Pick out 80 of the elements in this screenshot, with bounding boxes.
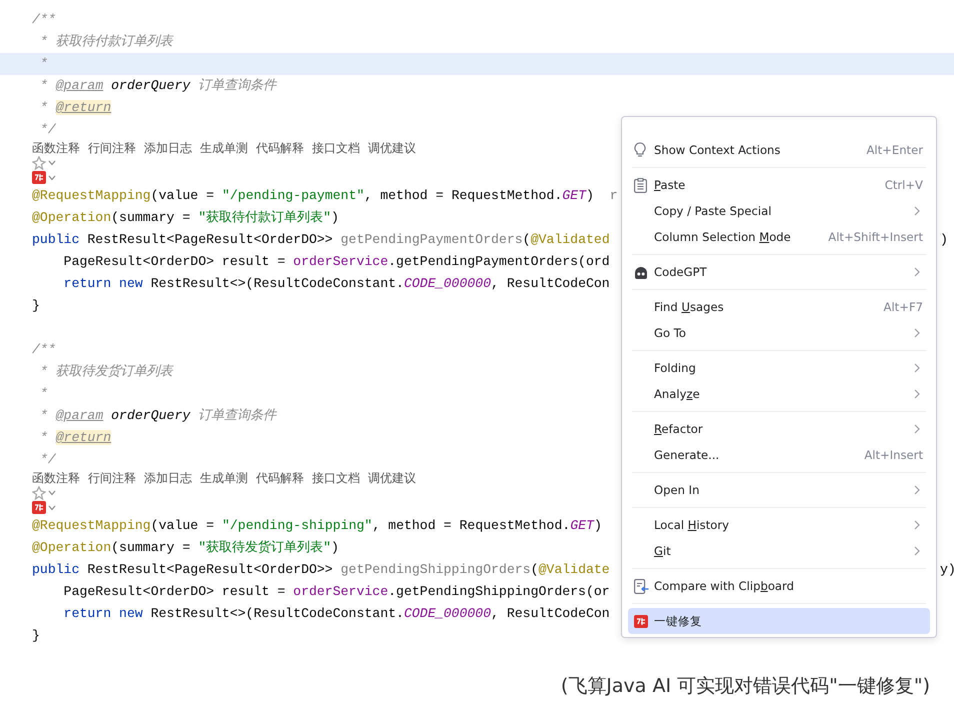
code-action-link[interactable]: 行间注释: [88, 141, 136, 155]
menu-item[interactable]: Open In: [628, 477, 930, 503]
code-line: }: [32, 628, 40, 643]
chevron-right-icon: [914, 546, 920, 556]
chevron-right-icon: [914, 206, 920, 216]
chevron-down-icon[interactable]: [48, 504, 56, 510]
code-action-link[interactable]: 函数注释: [32, 471, 80, 485]
menu-item[interactable]: Git: [628, 538, 930, 564]
code-comment-line: * 获取待付款订单列表: [38, 34, 173, 49]
lightbulb-icon: [634, 142, 646, 158]
shortcut-label: Ctrl+V: [884, 178, 923, 192]
chevron-right-icon: [914, 267, 920, 277]
code-comment-line: * @param orderQuery 订单查询条件: [38, 78, 276, 93]
shortcut-label: Alt+F7: [884, 300, 923, 314]
code-action-link[interactable]: 添加日志: [144, 471, 192, 485]
logo-icon[interactable]: [32, 171, 46, 184]
code-action-link[interactable]: 添加日志: [144, 141, 192, 155]
code-line: }: [32, 298, 40, 313]
code-action-link[interactable]: 代码解释: [256, 141, 304, 155]
code-action-link[interactable]: 调优建议: [368, 141, 416, 155]
robot-head-icon: [634, 266, 648, 278]
chevron-right-icon: [914, 485, 920, 495]
code-action-link[interactable]: 生成单测: [200, 471, 248, 485]
menu-item[interactable]: Folding: [628, 355, 930, 381]
chevron-right-icon: [914, 328, 920, 338]
chevron-right-icon: [914, 520, 920, 530]
logo-icon[interactable]: [32, 501, 46, 514]
code-action-link[interactable]: 函数注释: [32, 141, 80, 155]
code-comment-line: */: [38, 452, 56, 467]
chevron-right-icon: [914, 424, 920, 434]
menu-item[interactable]: Go To: [628, 320, 930, 346]
code-line: @Operation(summary = "获取待发货订单列表"): [32, 540, 339, 555]
logo-icon: [634, 614, 648, 628]
code-fragment: ): [940, 231, 948, 249]
code-comment-line: /**: [32, 342, 56, 357]
code-comment-line: * 获取待发货订单列表: [38, 364, 173, 379]
shortcut-label: Alt+Insert: [864, 448, 923, 462]
menu-item[interactable]: 一键修复: [628, 608, 930, 634]
code-line: public RestResult<PageResult<OrderDO>> getPendingShippingOrders(@Validate: [32, 562, 610, 577]
menu-item[interactable]: Column Selection Mode Alt+Shift+Insert: [628, 224, 930, 250]
menu-item[interactable]: Find Usages Alt+F7: [628, 294, 930, 320]
menu-item[interactable]: CodeGPT: [628, 259, 930, 285]
code-line: public RestResult<PageResult<OrderDO>> getPendingPaymentOrders(@Validated: [32, 232, 610, 247]
chevron-down-icon[interactable]: [48, 174, 56, 180]
chevron-down-icon[interactable]: [48, 160, 56, 166]
clipboard-icon: [634, 178, 647, 192]
shortcut-label: Alt+Shift+Insert: [828, 230, 923, 244]
shortcut-label: Alt+Enter: [866, 143, 923, 157]
code-action-link[interactable]: 行间注释: [88, 471, 136, 485]
menu-item[interactable]: Compare with Clipboard: [628, 573, 930, 599]
code-comment-line: *: [38, 386, 48, 401]
code-line: PageResult<OrderDO> result = orderService.getPendingPaymentOrders(ord: [62, 254, 610, 269]
menu-item[interactable]: Paste Ctrl+V: [628, 172, 930, 198]
code-line: return new RestResult<>(ResultCodeConstant.CODE_000000, ResultCodeCon: [62, 276, 610, 291]
code-line: @Operation(summary = "获取待付款订单列表"): [32, 210, 339, 225]
code-comment-line: */: [38, 122, 56, 137]
code-action-link[interactable]: 生成单测: [200, 141, 248, 155]
compare-clipboard-icon: [634, 578, 649, 594]
chevron-right-icon: [914, 389, 920, 399]
chevron-down-icon[interactable]: [48, 490, 56, 496]
code-action-link[interactable]: 调优建议: [368, 471, 416, 485]
code-line: PageResult<OrderDO> result = orderService.getPendingShippingOrders(or: [62, 584, 610, 599]
menu-item[interactable]: Copy / Paste Special: [628, 198, 930, 224]
chevron-right-icon: [914, 363, 920, 373]
code-action-link[interactable]: 代码解释: [256, 471, 304, 485]
code-comment-line: *: [38, 56, 48, 71]
code-line: return new RestResult<>(ResultCodeConstant.CODE_000000, ResultCodeCon: [62, 606, 610, 621]
menu-item[interactable]: Show Context Actions Alt+Enter: [628, 137, 930, 163]
code-fragment: y): [940, 561, 954, 579]
code-line: @RequestMapping(value = "/pending-shipping", method = RequestMethod.GET): [32, 518, 602, 533]
code-comment-line: * @param orderQuery 订单查询条件: [38, 408, 276, 423]
code-action-link[interactable]: 接口文档: [312, 141, 360, 155]
code-line: @RequestMapping(value = "/pending-payment", method = RequestMethod.GET) r: [32, 188, 618, 203]
menu-item[interactable]: Generate... Alt+Insert: [628, 442, 930, 468]
menu-item[interactable]: Local History: [628, 512, 930, 538]
menu-item[interactable]: Analyze: [628, 381, 930, 407]
menu-item[interactable]: Refactor: [628, 416, 930, 442]
code-comment-line: /**: [32, 12, 56, 27]
caption: (飞算Java AI 可实现对错误代码"一键修复"): [560, 674, 930, 699]
code-action-link[interactable]: 接口文档: [312, 471, 360, 485]
